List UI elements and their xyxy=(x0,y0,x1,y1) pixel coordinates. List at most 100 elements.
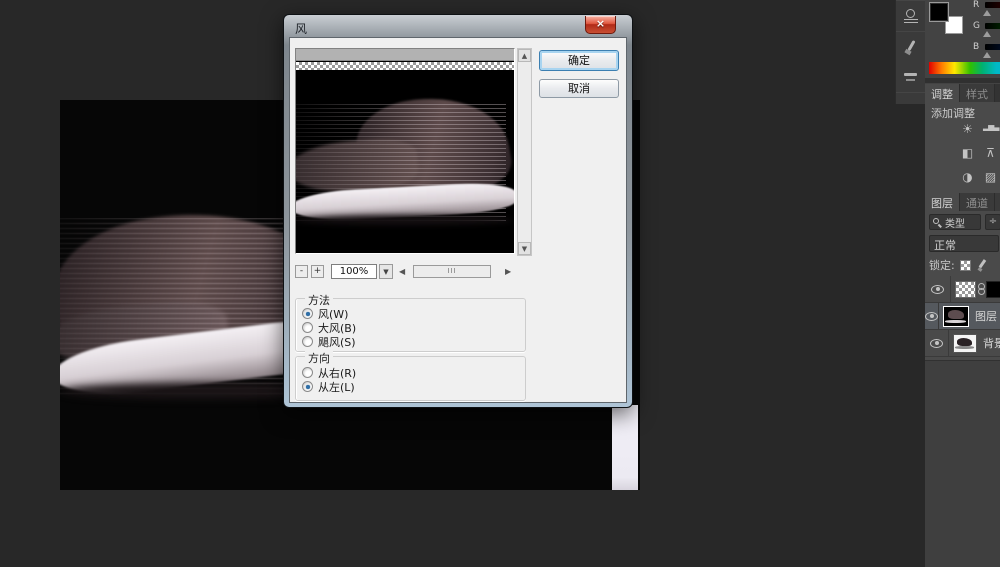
dialog-titlebar[interactable]: 风 × xyxy=(284,15,632,37)
layers-panel: 类型 ÷ 正常 锁定: xyxy=(925,211,1000,567)
dock-divider xyxy=(896,92,925,93)
green-channel-slider[interactable] xyxy=(985,23,1000,29)
layer-list: 图层 1 背景 xyxy=(925,276,1000,357)
cancel-button[interactable]: 取消 xyxy=(539,79,619,98)
scroll-up-icon[interactable]: ▲ xyxy=(518,49,531,62)
lock-label: 锁定: xyxy=(929,257,955,273)
tab-channels[interactable]: 通道 xyxy=(960,193,995,211)
eye-icon xyxy=(931,285,944,294)
lock-transparency-icon[interactable] xyxy=(960,260,971,271)
color-spectrum-ramp[interactable] xyxy=(929,62,1000,74)
green-slider-thumb[interactable] xyxy=(983,31,991,37)
radio-option-blast[interactable]: 大风(B) xyxy=(302,321,356,334)
black-white-icon[interactable]: ◑ xyxy=(960,170,975,188)
radio-option-wind[interactable]: 风(W) xyxy=(302,307,348,320)
brightness-contrast-icon[interactable]: ☀ xyxy=(960,122,975,140)
adjustment-icons-row: ◧ ⊼ xyxy=(928,146,998,164)
zoom-in-button[interactable]: + xyxy=(311,265,324,278)
adjustment-icons-row: ◑ ▨ xyxy=(928,170,998,188)
red-channel-slider[interactable] xyxy=(985,2,1000,8)
layer-thumbnail-background[interactable] xyxy=(953,334,977,353)
dialog-title: 风 xyxy=(295,20,307,37)
zoom-out-button[interactable]: - xyxy=(295,265,308,278)
blue-slider-thumb[interactable] xyxy=(983,52,991,58)
tab-styles[interactable]: 样式 xyxy=(960,84,995,102)
layer-mask-thumbnail[interactable] xyxy=(986,281,1000,298)
layer-row-background[interactable]: 背景 xyxy=(925,330,1000,357)
radio-selected-icon[interactable] xyxy=(302,308,313,319)
method-group: 方法 风(W) 大风(B) 飓风(S) xyxy=(295,298,526,352)
visibility-cell[interactable] xyxy=(925,330,949,357)
lock-pixels-icon[interactable] xyxy=(976,259,988,271)
layer-filter-row: 类型 ÷ xyxy=(925,212,1000,232)
layer-thumbnail-shoe[interactable] xyxy=(943,306,969,327)
levels-icon[interactable]: ▂▅▃ xyxy=(983,122,998,140)
layer-filter-type-dropdown[interactable]: 类型 xyxy=(929,214,981,230)
gradient-map-icon[interactable]: ▨ xyxy=(983,170,998,188)
tool-preset-icon xyxy=(903,70,919,84)
preview-vertical-scrollbar[interactable]: ▲ ▼ xyxy=(517,48,532,256)
radio-option-stagger[interactable]: 飓风(S) xyxy=(302,335,356,348)
adjustments-tabs: 调整 样式 xyxy=(925,84,1000,102)
layer-row-selected[interactable]: 图层 1 xyxy=(925,303,1000,330)
radio-option-from-left[interactable]: 从左(L) xyxy=(302,380,355,393)
right-panel-column: R G B 调整 样式 添加调整 ☀ ▂▅▃ ◧ ⊼ ◑ xyxy=(925,0,1000,567)
blend-mode-row: 正常 xyxy=(925,234,1000,254)
clone-source-icon xyxy=(903,9,919,23)
preview-pasteboard xyxy=(296,49,514,61)
radio-label: 从左(L) xyxy=(318,379,355,395)
close-icon: × xyxy=(596,17,605,30)
search-icon xyxy=(933,218,942,227)
clone-source-panel-button[interactable] xyxy=(896,1,926,31)
color-balance-icon[interactable]: ⊼ xyxy=(983,146,998,164)
canvas-white-edge xyxy=(612,405,638,490)
visibility-cell[interactable] xyxy=(925,276,951,303)
lock-row: 锁定: xyxy=(925,256,1000,274)
radio-option-from-right[interactable]: 从右(R) xyxy=(302,366,356,379)
blend-mode-dropdown[interactable]: 正常 xyxy=(929,235,999,252)
horizontal-scroll-thumb[interactable]: III xyxy=(413,265,491,278)
filter-preview[interactable] xyxy=(295,48,515,254)
blue-channel-label: B xyxy=(973,42,979,52)
zoom-percentage-field[interactable]: 100% xyxy=(331,264,377,279)
radio-icon[interactable] xyxy=(302,322,313,333)
tab-layers[interactable]: 图层 xyxy=(925,193,960,211)
filter-options-button[interactable]: ÷ xyxy=(985,214,1000,230)
layer-thumbnail-transparent[interactable] xyxy=(955,281,976,298)
radio-selected-icon[interactable] xyxy=(302,381,313,392)
tool-presets-panel-button[interactable] xyxy=(896,62,926,92)
wind-filter-dialog: 风 × ▲ ▼ - + 100% ▼ ◀ III ▶ 确定 取消 xyxy=(283,14,633,408)
tab-adjustments[interactable]: 调整 xyxy=(925,84,960,102)
red-channel-row: R xyxy=(973,1,1000,11)
adjustment-icons-row: ☀ ▂▅▃ xyxy=(928,122,998,140)
curves-icon[interactable]: ◧ xyxy=(960,146,975,164)
eye-icon xyxy=(925,312,938,321)
red-channel-label: R xyxy=(973,0,979,10)
scroll-down-icon[interactable]: ▼ xyxy=(518,242,531,255)
adjustments-panel: 添加调整 ☀ ▂▅▃ ◧ ⊼ ◑ ▨ xyxy=(925,102,1000,193)
visibility-cell[interactable] xyxy=(925,303,939,330)
radio-icon[interactable] xyxy=(302,336,313,347)
dialog-client-area: ▲ ▼ - + 100% ▼ ◀ III ▶ 确定 取消 方法 风(W) 大风(… xyxy=(289,37,627,403)
blue-channel-slider[interactable] xyxy=(985,44,1000,50)
layers-tabs: 图层 通道 路径 xyxy=(925,193,1000,211)
foreground-color-swatch[interactable] xyxy=(929,2,949,22)
close-button[interactable]: × xyxy=(585,16,616,34)
brush-icon xyxy=(903,40,919,54)
zoom-dropdown-button[interactable]: ▼ xyxy=(379,264,393,279)
scroll-right-icon[interactable]: ▶ xyxy=(505,267,511,276)
panel-dock xyxy=(895,0,925,104)
layer-row-mask[interactable] xyxy=(925,276,1000,303)
green-channel-label: G xyxy=(973,21,980,31)
tab-paths[interactable]: 路径 xyxy=(995,193,1000,211)
scroll-left-icon[interactable]: ◀ xyxy=(399,267,405,276)
layers-empty-area xyxy=(925,360,1000,567)
add-adjustment-label: 添加调整 xyxy=(931,105,975,121)
ok-button[interactable]: 确定 xyxy=(539,50,619,71)
red-slider-thumb[interactable] xyxy=(983,10,991,16)
layer-name: 图层 1 xyxy=(975,308,1000,324)
preview-zoom-controls: - + 100% ▼ ◀ III ▶ xyxy=(295,264,533,279)
layer-name: 背景 xyxy=(983,335,1000,351)
brush-presets-panel-button[interactable] xyxy=(896,32,926,62)
radio-icon[interactable] xyxy=(302,367,313,378)
